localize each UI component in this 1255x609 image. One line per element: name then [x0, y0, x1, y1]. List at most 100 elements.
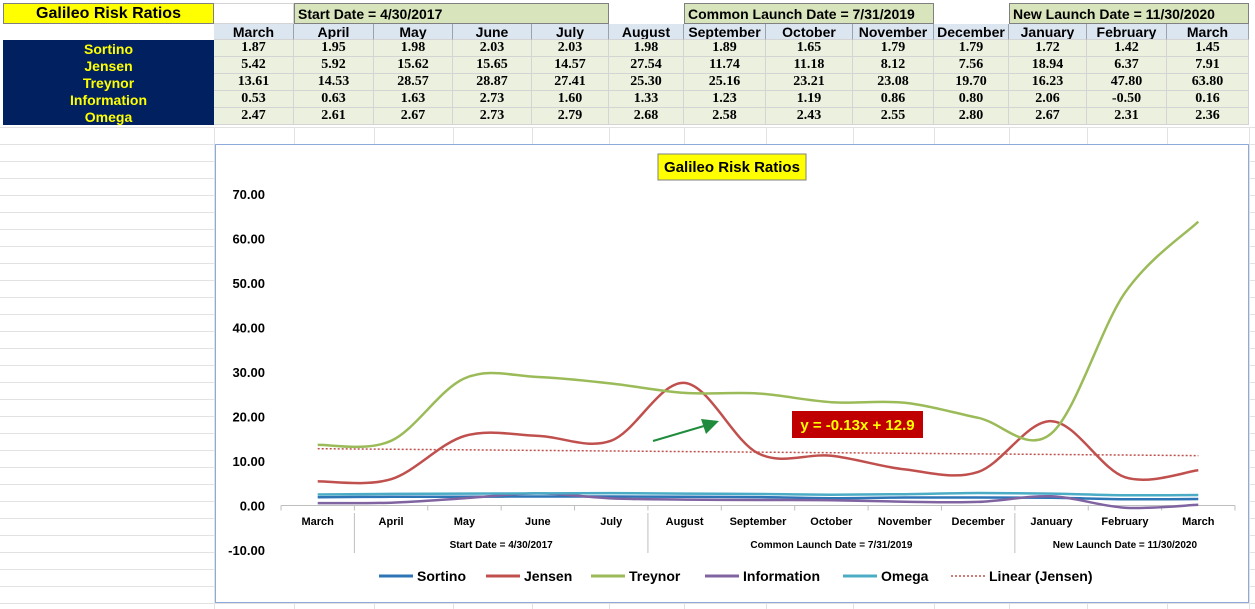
y-tick-label: 50.00: [232, 276, 265, 291]
value-cell[interactable]: 1.95: [294, 40, 374, 57]
value-cell[interactable]: 1.19: [766, 91, 853, 108]
row-label-cell[interactable]: Jensen: [3, 57, 214, 74]
value-cell[interactable]: 1.87: [214, 40, 294, 57]
value-cell[interactable]: 14.57: [532, 57, 609, 74]
row-label-cell[interactable]: Information: [3, 91, 214, 108]
empty-cell[interactable]: [214, 3, 294, 24]
value-cell[interactable]: 2.67: [1009, 108, 1087, 125]
chart-area[interactable]: Galileo Risk Ratios -10.00 0.00 10.00 20.00 3…: [215, 144, 1249, 603]
value-cell[interactable]: 1.65: [766, 40, 853, 57]
value-cell[interactable]: 1.79: [853, 40, 934, 57]
value-cell[interactable]: 13.61: [214, 74, 294, 91]
value-cell[interactable]: 1.60: [532, 91, 609, 108]
month-header-cell[interactable]: November: [853, 24, 934, 40]
value-cell[interactable]: 63.80: [1167, 74, 1249, 91]
value-cell[interactable]: 2.68: [609, 108, 684, 125]
value-cell[interactable]: 6.37: [1087, 57, 1167, 74]
value-cell[interactable]: 7.56: [934, 57, 1009, 74]
value-cell[interactable]: 18.94: [1009, 57, 1087, 74]
x-tick-label: September: [730, 516, 788, 528]
row-label-cell[interactable]: Treynor: [3, 74, 214, 91]
value-cell[interactable]: 25.30: [609, 74, 684, 91]
band-cell[interactable]: New Launch Date = 11/30/2020: [1009, 3, 1249, 24]
value-cell[interactable]: 15.65: [453, 57, 532, 74]
month-header-cell[interactable]: June: [453, 24, 532, 40]
x-tick-label: April: [379, 516, 404, 528]
value-cell[interactable]: 2.80: [934, 108, 1009, 125]
value-cell[interactable]: 27.41: [532, 74, 609, 91]
value-cell[interactable]: 11.74: [684, 57, 766, 74]
value-cell[interactable]: 2.43: [766, 108, 853, 125]
value-cell[interactable]: 1.45: [1167, 40, 1249, 57]
value-cell[interactable]: 2.47: [214, 108, 294, 125]
month-header-cell[interactable]: May: [374, 24, 453, 40]
month-header-cell[interactable]: August: [609, 24, 684, 40]
value-cell[interactable]: 2.61: [294, 108, 374, 125]
value-cell[interactable]: 8.12: [853, 57, 934, 74]
value-cell[interactable]: 1.33: [609, 91, 684, 108]
month-header-cell[interactable]: January: [1009, 24, 1087, 40]
value-cell[interactable]: 0.86: [853, 91, 934, 108]
value-cell[interactable]: 2.06: [1009, 91, 1087, 108]
value-cell[interactable]: 23.21: [766, 74, 853, 91]
equation-label: y = -0.13x + 12.9: [800, 417, 914, 434]
x-tick-label: October: [810, 516, 853, 528]
value-cell[interactable]: 0.63: [294, 91, 374, 108]
value-cell[interactable]: 1.79: [934, 40, 1009, 57]
value-cell[interactable]: 2.67: [374, 108, 453, 125]
month-header-cell[interactable]: April: [294, 24, 374, 40]
month-header-cell[interactable]: March: [1167, 24, 1249, 40]
band-cell[interactable]: Common Launch Date = 7/31/2019: [684, 3, 934, 24]
value-cell[interactable]: 14.53: [294, 74, 374, 91]
value-cell[interactable]: 2.73: [453, 108, 532, 125]
value-cell[interactable]: 28.87: [453, 74, 532, 91]
value-cell[interactable]: 5.42: [214, 57, 294, 74]
row-label-cell[interactable]: Sortino: [3, 40, 214, 57]
value-cell[interactable]: 15.62: [374, 57, 453, 74]
value-cell[interactable]: 28.57: [374, 74, 453, 91]
value-cell[interactable]: 1.63: [374, 91, 453, 108]
month-header-cell[interactable]: July: [532, 24, 609, 40]
value-cell[interactable]: 25.16: [684, 74, 766, 91]
value-cell[interactable]: 0.80: [934, 91, 1009, 108]
month-header-cell[interactable]: February: [1087, 24, 1167, 40]
value-cell[interactable]: 16.23: [1009, 74, 1087, 91]
value-cell[interactable]: 23.08: [853, 74, 934, 91]
value-cell[interactable]: 2.58: [684, 108, 766, 125]
value-cell[interactable]: 1.98: [374, 40, 453, 57]
x-tick-label: May: [454, 516, 476, 528]
value-cell[interactable]: 2.55: [853, 108, 934, 125]
value-cell[interactable]: 2.03: [453, 40, 532, 57]
month-header-cell[interactable]: October: [766, 24, 853, 40]
value-cell[interactable]: 27.54: [609, 57, 684, 74]
arrow-head: [701, 419, 719, 434]
value-cell[interactable]: 0.16: [1167, 91, 1249, 108]
value-cell[interactable]: 2.03: [532, 40, 609, 57]
value-cell[interactable]: 1.72: [1009, 40, 1087, 57]
value-cell[interactable]: 2.31: [1087, 108, 1167, 125]
value-cell[interactable]: 1.89: [684, 40, 766, 57]
month-header-cell[interactable]: December: [934, 24, 1009, 40]
value-cell[interactable]: -0.50: [1087, 91, 1167, 108]
value-cell[interactable]: 47.80: [1087, 74, 1167, 91]
value-cell[interactable]: 1.42: [1087, 40, 1167, 57]
value-cell[interactable]: 7.91: [1167, 57, 1249, 74]
legend-label: Sortino: [417, 568, 466, 584]
value-cell[interactable]: 1.23: [684, 91, 766, 108]
value-cell[interactable]: 1.98: [609, 40, 684, 57]
value-cell[interactable]: 5.92: [294, 57, 374, 74]
sheet-title-cell[interactable]: Galileo Risk Ratios: [3, 3, 214, 24]
row-label-cell[interactable]: Omega: [3, 108, 214, 125]
value-cell[interactable]: 2.36: [1167, 108, 1249, 125]
month-header-cell[interactable]: March: [214, 24, 294, 40]
value-cell[interactable]: 19.70: [934, 74, 1009, 91]
value-cell[interactable]: 11.18: [766, 57, 853, 74]
x-tick-label: November: [878, 516, 933, 528]
value-cell[interactable]: 0.53: [214, 91, 294, 108]
value-cell[interactable]: 2.73: [453, 91, 532, 108]
value-cell[interactable]: 2.79: [532, 108, 609, 125]
month-header-cell[interactable]: September: [684, 24, 766, 40]
series-line-omega: [317, 491, 1199, 497]
band-cell[interactable]: Start Date = 4/30/2017: [294, 3, 609, 24]
y-tick-label: 10.00: [232, 454, 265, 469]
